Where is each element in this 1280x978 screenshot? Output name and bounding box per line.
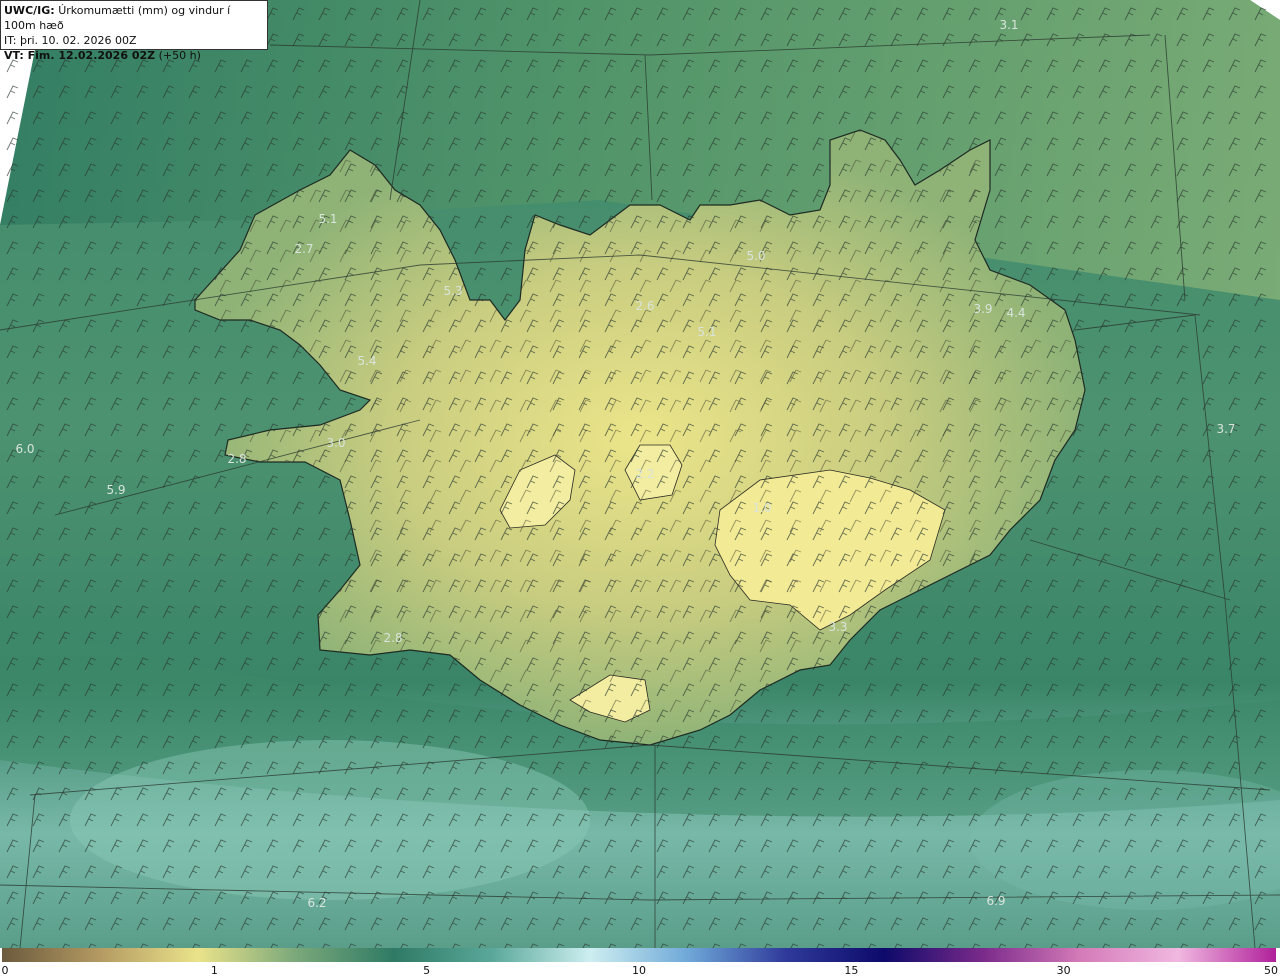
precip-value-label: 5.3 [443,284,462,298]
precip-value-label: 2.2 [635,467,654,481]
colorbar-tick-label: 0 [1,964,9,977]
precip-value-label: 5.0 [746,249,765,263]
precip-value-label: 2.7 [294,242,313,256]
precip-value-label: 4.4 [1006,306,1025,320]
valid-time-line: VT: Fim. 12.02.2026 02Z (+50 h) [4,48,264,63]
precip-value-label: 3.0 [326,436,345,450]
precip-value-label: 5.1 [318,212,337,226]
colorbar-tick-label: 50 [1264,964,1278,977]
precip-value-label: 2.8 [227,452,246,466]
colorbar: 0 1 5 10 15 30 50 [0,948,1280,978]
colorbar-gradient [2,948,1276,962]
precip-value-label: 5.9 [106,483,125,497]
title-line: UWC/IG: Úrkomumætti (mm) og vindur í 100… [4,3,264,33]
precip-value-label: 2.6 [635,299,654,313]
colorbar-tick-label: 30 [1056,964,1071,977]
precipitation-wind-map: 3.1 5.1 2.7 5.3 5.0 2.6 5.1 4.4 3.9 5.4 3.7 6.0 3.0 2… [0,0,1280,948]
model-name: UWC/IG: [4,4,55,17]
precip-value-label: 3.7 [1216,422,1235,436]
precip-value-label: 3.3 [828,620,847,634]
colorbar-tick-label: 5 [423,964,431,977]
precip-value-label: 6.9 [986,894,1005,908]
map-title-box: UWC/IG: Úrkomumætti (mm) og vindur í 100… [0,0,268,62]
analysis-time: IT: þri. 10. 02. 2026 00Z [4,34,137,47]
colorbar-tick-label: 10 [632,964,646,977]
precip-value-label: 5.4 [357,354,376,368]
colorbar-tick-label: 1 [210,964,218,977]
precip-value-label: 3.1 [999,18,1018,32]
precip-value-label: 1.0 [752,501,771,515]
precip-value-label: 3.9 [973,302,992,316]
valid-time: VT: Fim. 12.02.2026 02Z [4,49,156,62]
precip-value-label: 6.2 [307,896,326,910]
lead-time: (+50 h) [158,49,201,62]
precip-value-label: 6.0 [15,442,34,456]
colorbar-tick-label: 15 [844,964,859,977]
precip-value-label: 5.1 [697,325,716,339]
precip-value-label: 2.8 [383,631,402,645]
